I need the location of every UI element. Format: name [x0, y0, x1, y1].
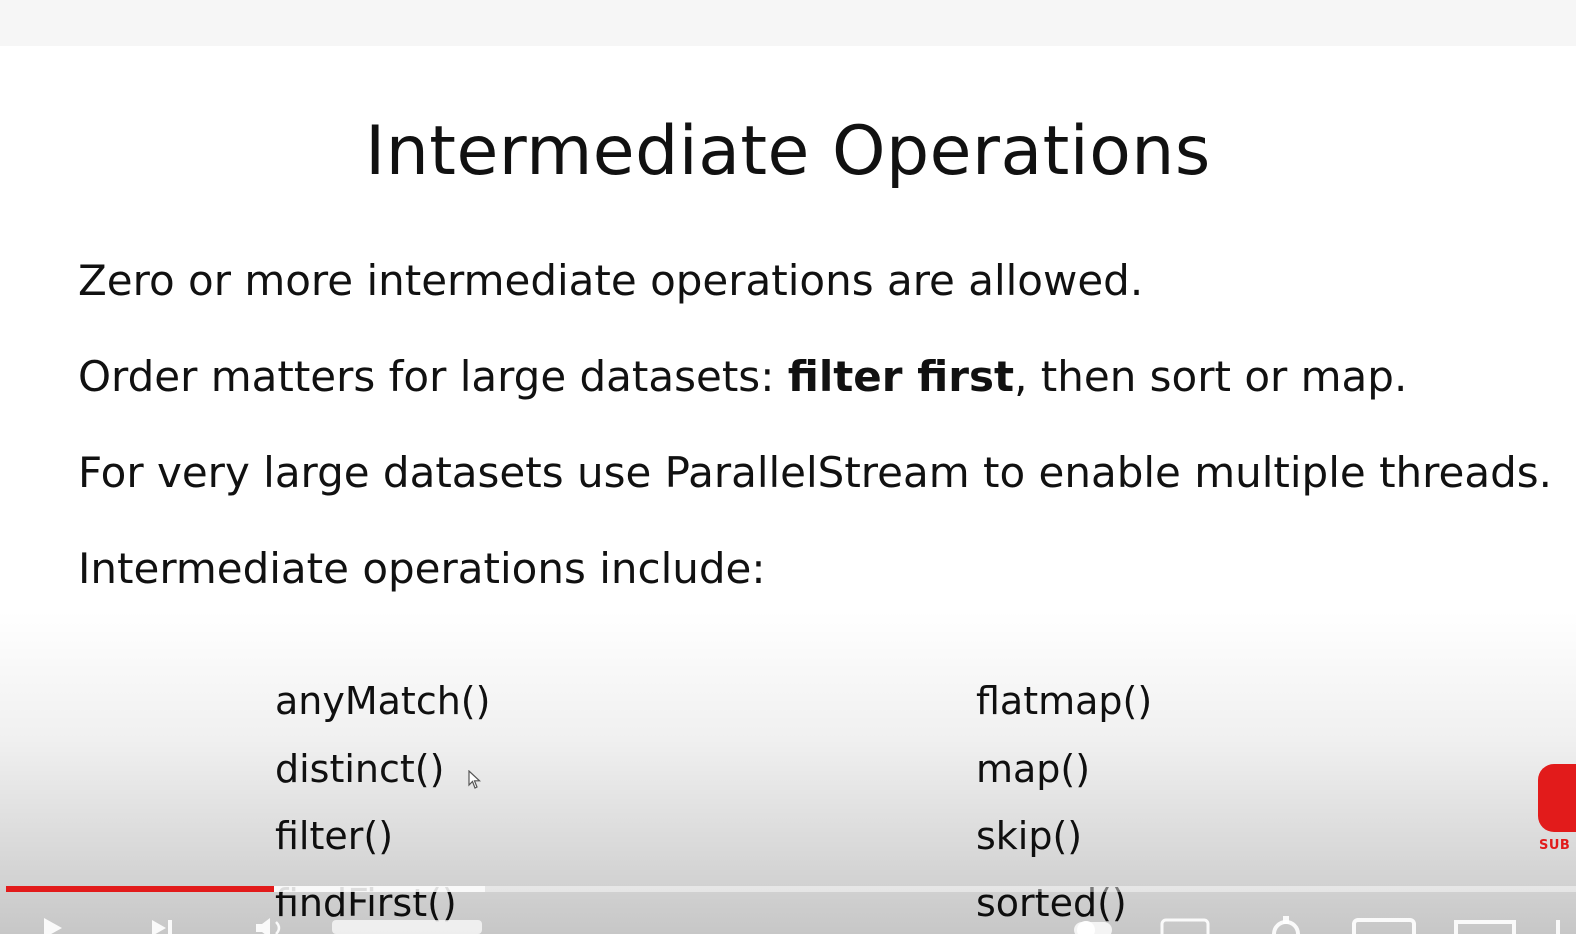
operation-item: map(): [976, 747, 1091, 791]
settings-icon[interactable]: [1266, 916, 1306, 934]
operation-item: flatmap(): [976, 679, 1153, 723]
subtitles-icon[interactable]: [1160, 916, 1212, 934]
operation-item: skip(): [976, 814, 1083, 858]
operation-item: anyMatch(): [275, 679, 491, 723]
play-icon[interactable]: [40, 916, 66, 934]
autoplay-toggle[interactable]: [1072, 916, 1116, 934]
fullscreen-icon[interactable]: [1554, 916, 1576, 934]
subscribe-label: SUB: [1539, 838, 1571, 853]
bullet-order-matters-bold: filter first: [787, 352, 1015, 401]
miniplayer-icon[interactable]: [1352, 916, 1418, 934]
theater-icon[interactable]: [1454, 916, 1518, 934]
bullet-zero-or-more: Zero or more intermediate operations are…: [78, 256, 1144, 305]
subscribe-button[interactable]: [1538, 764, 1576, 832]
operation-item: distinct(): [275, 747, 445, 791]
bullet-order-matters-end: , then sort or map.: [1014, 352, 1408, 401]
slide: Intermediate Operations Zero or more int…: [0, 46, 1576, 934]
top-strip: [0, 0, 1576, 46]
bullet-order-matters-start: Order matters for large datasets:: [78, 352, 788, 401]
bullet-operations-include: Intermediate operations include:: [78, 544, 766, 593]
mouse-cursor-icon: [468, 770, 482, 789]
progress-played: [6, 886, 274, 892]
next-icon[interactable]: [148, 916, 178, 934]
operation-item: filter(): [275, 814, 394, 858]
control-bar: [0, 910, 1576, 934]
bullet-parallel-stream: For very large datasets use ParallelStre…: [78, 448, 1552, 497]
bullet-order-matters: Order matters for large datasets: filter…: [78, 352, 1407, 402]
video-player[interactable]: Intermediate Operations Zero or more int…: [0, 0, 1576, 934]
slide-title: Intermediate Operations: [365, 112, 1211, 191]
time-display-icon: [332, 920, 482, 934]
progress-bar[interactable]: [6, 886, 1576, 892]
volume-icon[interactable]: [252, 916, 292, 934]
